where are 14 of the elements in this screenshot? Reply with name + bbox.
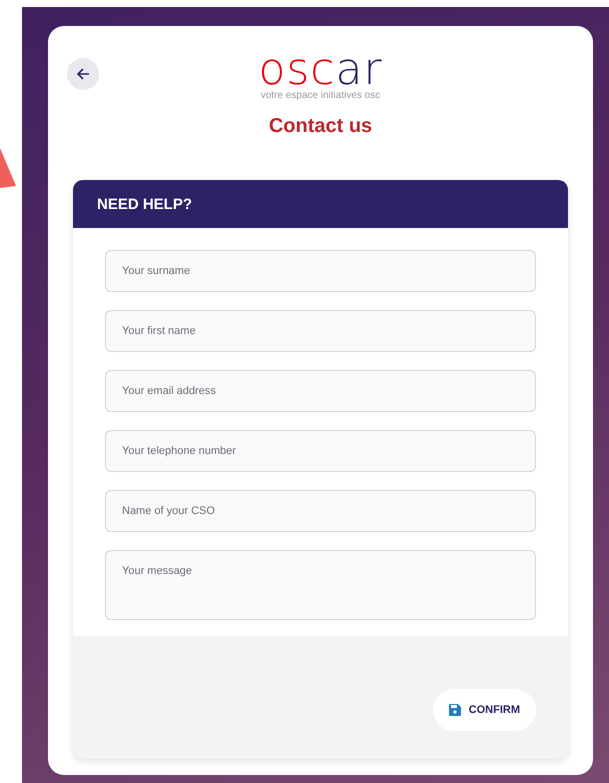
form-heading: NEED HELP? <box>73 180 568 228</box>
input-field[interactable]: Name of your CSO <box>105 490 536 532</box>
page-title: Contact us <box>268 115 372 138</box>
back-button[interactable] <box>67 58 99 90</box>
confirm-button[interactable]: CONFIRM <box>432 689 536 731</box>
input-field[interactable]: Your first name <box>105 310 536 352</box>
arrow-icon <box>0 148 16 188</box>
back-arrow-icon <box>76 67 90 81</box>
logo: oscar <box>258 50 383 90</box>
input-field[interactable]: Your email address <box>105 370 536 412</box>
logo-tagline: votre espace initiatives osc <box>260 90 380 101</box>
message-field[interactable]: Your message <box>105 550 536 620</box>
input-field[interactable]: Your surname <box>105 250 536 292</box>
input-field[interactable]: Your telephone number <box>105 430 536 472</box>
